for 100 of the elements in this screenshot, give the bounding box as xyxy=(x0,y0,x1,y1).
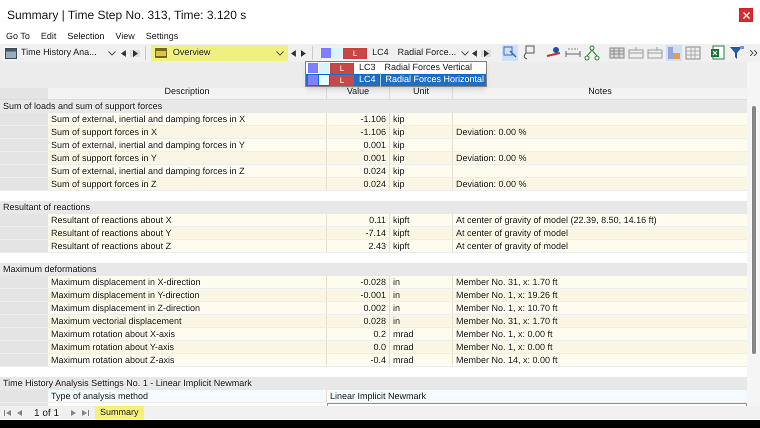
unit-cell: in xyxy=(390,315,453,327)
description-cell: Resultant of reactions about Z xyxy=(48,240,327,252)
unit-cell: in xyxy=(390,289,453,301)
more-icon[interactable] xyxy=(750,50,757,56)
column-header[interactable]: Value xyxy=(327,84,390,99)
load-type-tag: L xyxy=(343,48,368,58)
value-cell: Linear Implicit Newmark xyxy=(327,390,747,402)
color-swatch xyxy=(319,63,329,73)
load-case-code: LC4 xyxy=(371,46,390,60)
notes-cell: Member No. 1, x: 10.70 ft xyxy=(453,302,747,314)
dropdown-text: Overview xyxy=(172,46,210,60)
view-dropdown[interactable]: Overview xyxy=(150,45,288,61)
chevron-down-icon xyxy=(276,50,284,56)
previous-arrow-icon[interactable] xyxy=(121,50,127,56)
scrollbar-thumb[interactable] xyxy=(752,106,756,354)
load-type-tag: L xyxy=(330,74,354,86)
value-cell: 0.028 xyxy=(327,315,390,327)
unit-cell: kipft xyxy=(390,240,453,252)
column-header[interactable]: Unit xyxy=(390,84,453,99)
menu-item[interactable]: Selection xyxy=(67,30,104,44)
color-swatch xyxy=(308,75,318,85)
menu-item[interactable]: Settings xyxy=(146,30,178,44)
unit-cell: mrad xyxy=(390,341,453,353)
menu-item[interactable]: Edit xyxy=(40,30,56,44)
description-cell: Type of analysis method xyxy=(48,390,327,402)
value-cell: 0.002 xyxy=(327,302,390,314)
next-page-icon[interactable] xyxy=(71,410,76,416)
next-arrow-icon[interactable] xyxy=(132,50,138,56)
menu-item[interactable]: View xyxy=(115,30,135,44)
notes-cell: Deviation: 0.00 % xyxy=(453,178,747,190)
description-cell: Sum of external, inertial and damping forces in Y xyxy=(48,139,327,151)
unit-cell: in xyxy=(390,276,453,288)
description-cell: Maximum rotation about Y-axis xyxy=(48,341,327,353)
load-case-name: Radial Force... xyxy=(396,46,458,60)
load-type-tag: L xyxy=(330,62,354,74)
unit-cell: kip xyxy=(390,178,453,190)
previous-arrow-icon[interactable] xyxy=(291,50,298,56)
value-cell: -7.14 xyxy=(327,227,390,239)
next-arrow-icon[interactable] xyxy=(482,50,489,56)
value-cell: -0.001 xyxy=(327,289,390,301)
load-case-option[interactable]: L LC3 Radial Forces Vertical xyxy=(306,62,486,74)
section-header: Resultant of reactions xyxy=(0,201,747,214)
dropdown-text: Time History Ana... xyxy=(21,46,97,60)
value-cell: -1.106 xyxy=(327,126,390,138)
description-cell: Resultant of reactions about Y xyxy=(48,227,327,239)
notes-cell: At center of gravity of model xyxy=(453,240,747,252)
load-case-dropdown[interactable]: L LC4 Radial Force... xyxy=(319,45,470,61)
description-cell: Sum of external, inertial and damping forces in Z xyxy=(48,165,327,177)
previous-page-icon[interactable] xyxy=(17,410,22,416)
value-cell: 2.43 xyxy=(327,240,390,252)
value-cell: 0.0 xyxy=(327,341,390,353)
sheet-tab[interactable]: Summary xyxy=(95,406,144,420)
description-cell: Sum of support forces in Z xyxy=(48,178,327,190)
load-case-name: Radial Forces Horizontal xyxy=(384,73,486,86)
node-tree-icon[interactable] xyxy=(584,45,600,61)
notes-cell: Deviation: 0.00 % xyxy=(453,152,747,164)
load-case-option[interactable]: L LC4 Radial Forces Horizontal xyxy=(306,74,486,86)
previous-arrow-icon[interactable] xyxy=(472,50,478,56)
load-case-code: LC3 xyxy=(358,61,377,74)
table-column-icon[interactable] xyxy=(628,45,644,61)
unit-cell: kip xyxy=(390,165,453,177)
value-cell: -1.106 xyxy=(327,113,390,125)
last-page-icon[interactable] xyxy=(82,410,90,416)
column-header[interactable]: Notes xyxy=(453,84,747,99)
table-row-icon[interactable] xyxy=(646,45,663,61)
value-cell: 0.024 xyxy=(327,165,390,177)
value-cell: 0.11 xyxy=(327,214,390,226)
close-button[interactable] xyxy=(739,8,753,22)
notes-cell: Member No. 14, x: 0.00 ft xyxy=(453,354,747,366)
close-icon xyxy=(742,12,750,18)
section-header: Maximum deformations xyxy=(0,263,747,276)
window-icon xyxy=(5,48,17,58)
menu-item[interactable]: Go To xyxy=(6,30,30,44)
notes-cell: Member No. 1, x: 0.00 ft xyxy=(453,328,747,340)
chevron-down-icon xyxy=(108,50,116,56)
description-cell: Maximum rotation about Z-axis xyxy=(48,354,327,366)
unit-cell: kip xyxy=(390,126,453,138)
description-cell: Maximum displacement in Z-direction xyxy=(48,302,327,314)
spreadsheet-icon[interactable] xyxy=(710,45,726,61)
notes-cell: Deviation: 0.00 % xyxy=(453,126,747,138)
grid-icon[interactable] xyxy=(684,45,701,61)
color-swatch xyxy=(332,48,342,58)
page-indicator: 1 of 1 xyxy=(34,406,60,420)
description-cell: Sum of external, inertial and damping forces in X xyxy=(48,113,327,125)
description-cell: Maximum vectorial displacement xyxy=(48,315,327,327)
filter-icon[interactable] xyxy=(728,45,745,61)
unit-cell: kip xyxy=(390,152,453,164)
notes-cell: Member No. 1, x: 19.26 ft xyxy=(453,289,747,301)
first-page-icon[interactable] xyxy=(4,410,11,416)
unit-cell: kipft xyxy=(390,214,453,226)
color-swatch xyxy=(308,63,318,73)
notes-cell: At center of gravity of model xyxy=(453,227,747,239)
load-case-name: Radial Forces Vertical xyxy=(384,61,474,74)
table-icon[interactable] xyxy=(608,45,625,61)
column-header[interactable]: Description xyxy=(48,84,327,99)
next-arrow-icon[interactable] xyxy=(300,50,306,56)
description-cell: Resultant of reactions about X xyxy=(48,214,327,226)
notes-cell: At center of gravity of model (22.39, 8.50, 14.16 ft) xyxy=(453,214,747,226)
description-cell: Sum of support forces in X xyxy=(48,126,327,138)
analysis-dropdown[interactable]: Time History Ana... xyxy=(3,45,118,61)
